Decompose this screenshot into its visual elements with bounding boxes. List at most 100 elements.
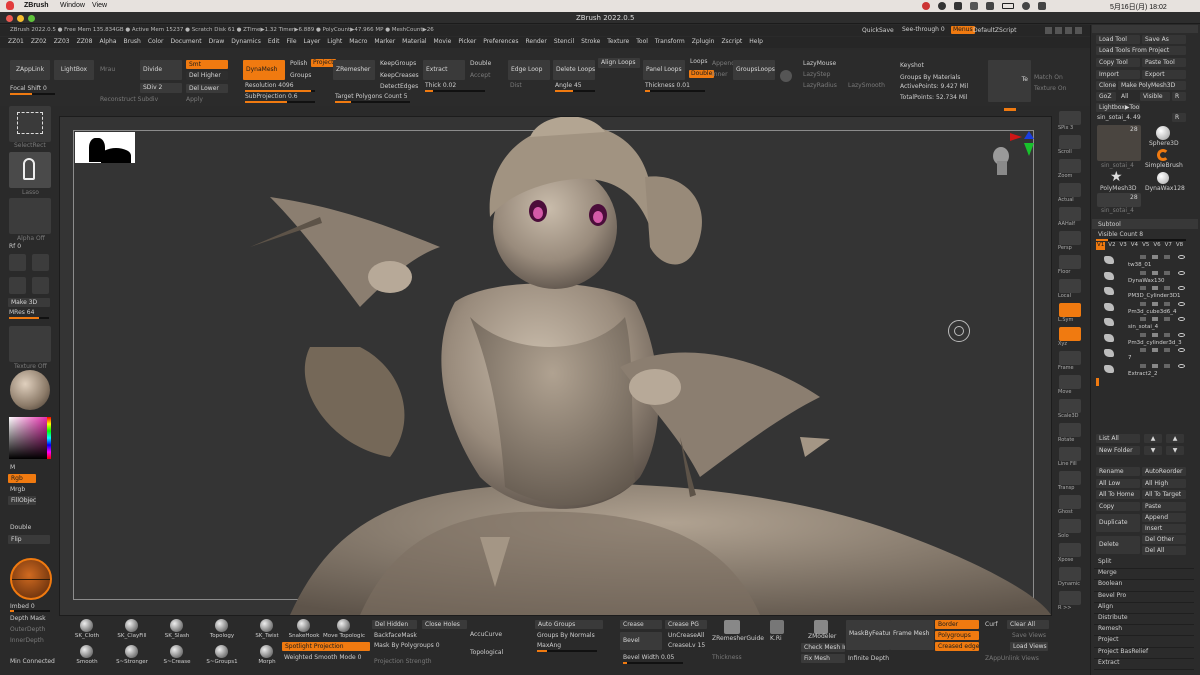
subtool-menu-align[interactable]: Align — [1094, 603, 1194, 614]
align-loops-button[interactable]: Align Loops — [598, 58, 640, 68]
right-shelf-actual[interactable]: Actual — [1054, 182, 1088, 206]
min-connected-button[interactable]: Min Connected — [10, 659, 55, 665]
eye-icon[interactable] — [1178, 301, 1185, 306]
menu-document[interactable]: Document — [171, 39, 202, 45]
delete-button[interactable]: Delete — [1096, 536, 1140, 554]
subtool-menu-project-basrelief[interactable]: Project BasRelief — [1094, 648, 1194, 659]
focal-shift-track[interactable] — [10, 93, 55, 95]
del-other-button[interactable]: Del Other — [1142, 535, 1186, 544]
duplicate-button[interactable]: Duplicate — [1096, 514, 1140, 532]
project-button[interactable]: Project — [311, 59, 336, 67]
copy-subtool-button[interactable]: Copy — [1096, 502, 1140, 511]
mac-menu-window[interactable]: Window — [60, 2, 85, 9]
menu-macro[interactable]: Macro — [349, 39, 367, 45]
version-v6[interactable]: V6 — [1152, 242, 1161, 250]
minimize-window-button[interactable] — [17, 15, 24, 22]
creaselv-slider[interactable]: CreaseLv 15 — [668, 643, 705, 649]
maxangle-slider[interactable]: MaxAng — [537, 643, 561, 649]
menu-color[interactable]: Color — [148, 39, 164, 45]
list-all-button[interactable]: List All — [1096, 434, 1140, 443]
eye-icon[interactable] — [1178, 348, 1185, 352]
status-icons[interactable] — [922, 2, 1062, 10]
menu-light[interactable]: Light — [327, 39, 342, 45]
maxangle-track[interactable] — [537, 650, 597, 652]
thickness-track[interactable] — [645, 90, 705, 92]
crease-button[interactable]: Crease — [620, 620, 662, 629]
brush-s-groups1[interactable]: S~Groups1 — [200, 645, 244, 669]
double-toggle[interactable]: Double — [689, 70, 715, 78]
dynamesh-button[interactable]: DynaMesh — [243, 60, 285, 80]
divide-button[interactable]: Divide — [140, 60, 182, 80]
version-v3[interactable]: V3 — [1119, 242, 1128, 250]
simplebrush-icon[interactable] — [1157, 149, 1169, 161]
zmodeler-label[interactable]: ZModeler — [808, 634, 836, 640]
sdiv-slider[interactable]: SDiv 2 — [140, 83, 182, 93]
bevel-width-slider[interactable]: Bevel Width 0.05 — [623, 655, 674, 661]
subtool-toggles[interactable] — [1140, 270, 1170, 275]
version-v2[interactable]: V2 — [1107, 242, 1116, 250]
brush-sk-cloth[interactable]: SK_Cloth — [65, 619, 109, 643]
zapplink-button[interactable]: ZAppLink — [10, 60, 50, 80]
menu-texture[interactable]: Texture — [607, 39, 629, 45]
right-shelf-xpose[interactable]: Xpose — [1054, 542, 1088, 566]
smt-button[interactable]: Smt — [186, 60, 228, 69]
menu-zz08[interactable]: ZZ08 — [77, 39, 93, 45]
right-shelf-line-fill[interactable]: Line Fill — [1054, 446, 1088, 470]
subtool-menu-project[interactable]: Project — [1094, 636, 1194, 648]
border-button[interactable]: Border — [935, 620, 979, 629]
brush-sk-clayfill[interactable]: SK_ClayFill — [110, 619, 154, 643]
brush-icon-4[interactable] — [32, 277, 49, 294]
eye-icon[interactable] — [1178, 317, 1185, 321]
subtool-menu-bevel-pro[interactable]: Bevel Pro — [1094, 592, 1194, 603]
save-views-button[interactable]: Save Views — [1012, 633, 1046, 639]
match-on-button[interactable]: Match On — [1034, 75, 1063, 81]
double-sided-button[interactable]: Double — [10, 525, 31, 531]
infinite-depth-button[interactable]: Infinite Depth — [848, 656, 889, 662]
all-button[interactable]: All — [1121, 94, 1128, 100]
resolution-track[interactable] — [245, 90, 315, 92]
del-all-button[interactable]: Del All — [1142, 546, 1186, 555]
rf-slider[interactable]: Rf 0 — [9, 244, 21, 250]
append-button[interactable]: Append — [712, 61, 735, 67]
kri-label[interactable]: K.Ri — [770, 636, 782, 642]
subtool-toggles[interactable] — [1140, 301, 1170, 306]
bevel-button[interactable]: Bevel — [620, 632, 662, 650]
new-folder-button[interactable]: New Folder — [1096, 446, 1140, 455]
append-subtool-button[interactable]: Append — [1142, 513, 1186, 522]
menu-tool[interactable]: Tool — [636, 39, 648, 45]
target-polygons-slider[interactable]: Target Polygons Count 5 — [335, 94, 408, 100]
menu-layer[interactable]: Layer — [304, 39, 321, 45]
texture-on-button[interactable]: Texture On — [1034, 86, 1066, 92]
subtool-toggles[interactable] — [1140, 255, 1170, 259]
detectedges-button[interactable]: DetectEdges — [380, 84, 418, 90]
zmodeler-icon[interactable] — [814, 620, 828, 634]
eye-icon[interactable] — [1178, 363, 1185, 368]
inner-depth-slider[interactable]: InnerDepth — [10, 638, 44, 644]
right-shelf-aahalf[interactable]: AAHalf — [1054, 206, 1088, 230]
subtool-row[interactable]: Pm3d_cube3d6_4 — [1094, 301, 1190, 317]
mask-by-polygroups-slider[interactable]: Mask By Polygroups 0 — [374, 643, 440, 649]
load-tools-from-project-button[interactable]: Load Tools From Project — [1096, 46, 1186, 55]
menu-transform[interactable]: Transform — [655, 39, 685, 45]
see-through-slider[interactable]: See-through 0 — [902, 27, 945, 33]
menu-picker[interactable]: Picker — [458, 39, 476, 45]
close-holes-button[interactable]: Close Holes — [422, 620, 467, 629]
lazymouse-button[interactable]: LazyMouse — [803, 61, 836, 67]
menu-render[interactable]: Render — [525, 39, 546, 45]
visible-button[interactable]: Visible — [1140, 92, 1170, 101]
subtool-toggles[interactable] — [1140, 332, 1170, 337]
apple-icon[interactable] — [6, 1, 14, 10]
menu-alpha[interactable]: Alpha — [99, 39, 116, 45]
menu-zscript[interactable]: Zscript — [721, 39, 742, 45]
all-low-button[interactable]: All Low — [1096, 479, 1140, 488]
menu-material[interactable]: Material — [402, 39, 426, 45]
subprojection-track[interactable] — [245, 101, 315, 103]
right-shelf-spix-3[interactable]: SPix 3 — [1054, 110, 1088, 134]
apply-button[interactable]: Apply — [186, 97, 203, 103]
window-control-icons[interactable] — [1045, 27, 1085, 34]
eye-icon[interactable] — [1178, 270, 1185, 275]
thickness-bottom-slider[interactable]: Thickness — [712, 655, 742, 661]
menu-help[interactable]: Help — [749, 39, 763, 45]
right-shelf-scale3d[interactable]: Scale3D — [1054, 398, 1088, 422]
backfacemask-button[interactable]: BackfaceMask — [374, 633, 417, 639]
